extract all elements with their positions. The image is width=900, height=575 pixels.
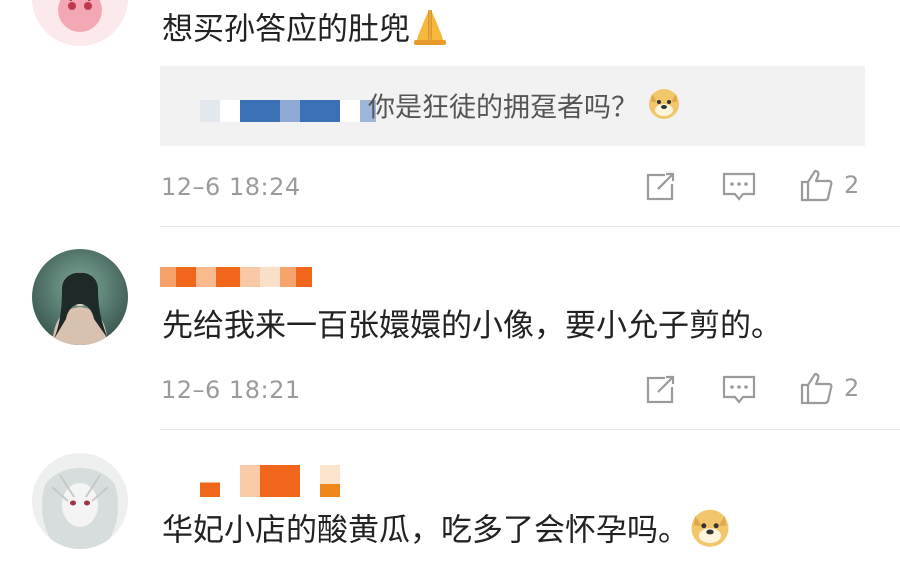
like-count: 2 xyxy=(844,171,860,199)
avatar[interactable] xyxy=(32,0,128,46)
comment-button[interactable] xyxy=(722,375,756,405)
username[interactable] xyxy=(160,267,312,287)
doge-emoji-icon xyxy=(689,506,731,558)
pray-emoji-icon xyxy=(410,6,450,56)
comment-timestamp: 12–6 18:21 xyxy=(161,376,301,404)
share-icon xyxy=(646,171,677,201)
username[interactable] xyxy=(160,465,340,497)
thumbs-up-icon xyxy=(800,169,833,202)
like-button[interactable]: 2 xyxy=(800,371,859,405)
thumbs-up-icon xyxy=(800,372,833,405)
avatar[interactable] xyxy=(32,453,128,549)
like-count: 2 xyxy=(844,374,860,402)
divider xyxy=(160,429,900,430)
comment-text: 华妃小店的酸黄瓜，吃多了会怀孕吗。 xyxy=(162,506,731,558)
share-button[interactable] xyxy=(645,373,677,405)
share-button[interactable] xyxy=(645,170,677,202)
share-icon xyxy=(646,375,677,404)
divider xyxy=(160,226,900,227)
comment-timestamp: 12–6 18:24 xyxy=(161,173,301,201)
like-button[interactable]: 2 xyxy=(800,168,859,202)
comment-icon xyxy=(722,375,756,404)
comment-text: 先给我来一百张嬛嬛的小像，要小允子剪的。 xyxy=(162,308,782,344)
comment-text: 想买孙答应的肚兜 xyxy=(162,6,450,56)
reply-username[interactable] xyxy=(200,100,376,122)
doge-emoji-icon xyxy=(647,86,681,132)
avatar[interactable] xyxy=(32,249,128,345)
reply-text: 你是狂徒的拥趸者吗？ xyxy=(368,86,681,132)
comment-button[interactable] xyxy=(722,172,756,202)
comment-icon xyxy=(722,172,756,201)
